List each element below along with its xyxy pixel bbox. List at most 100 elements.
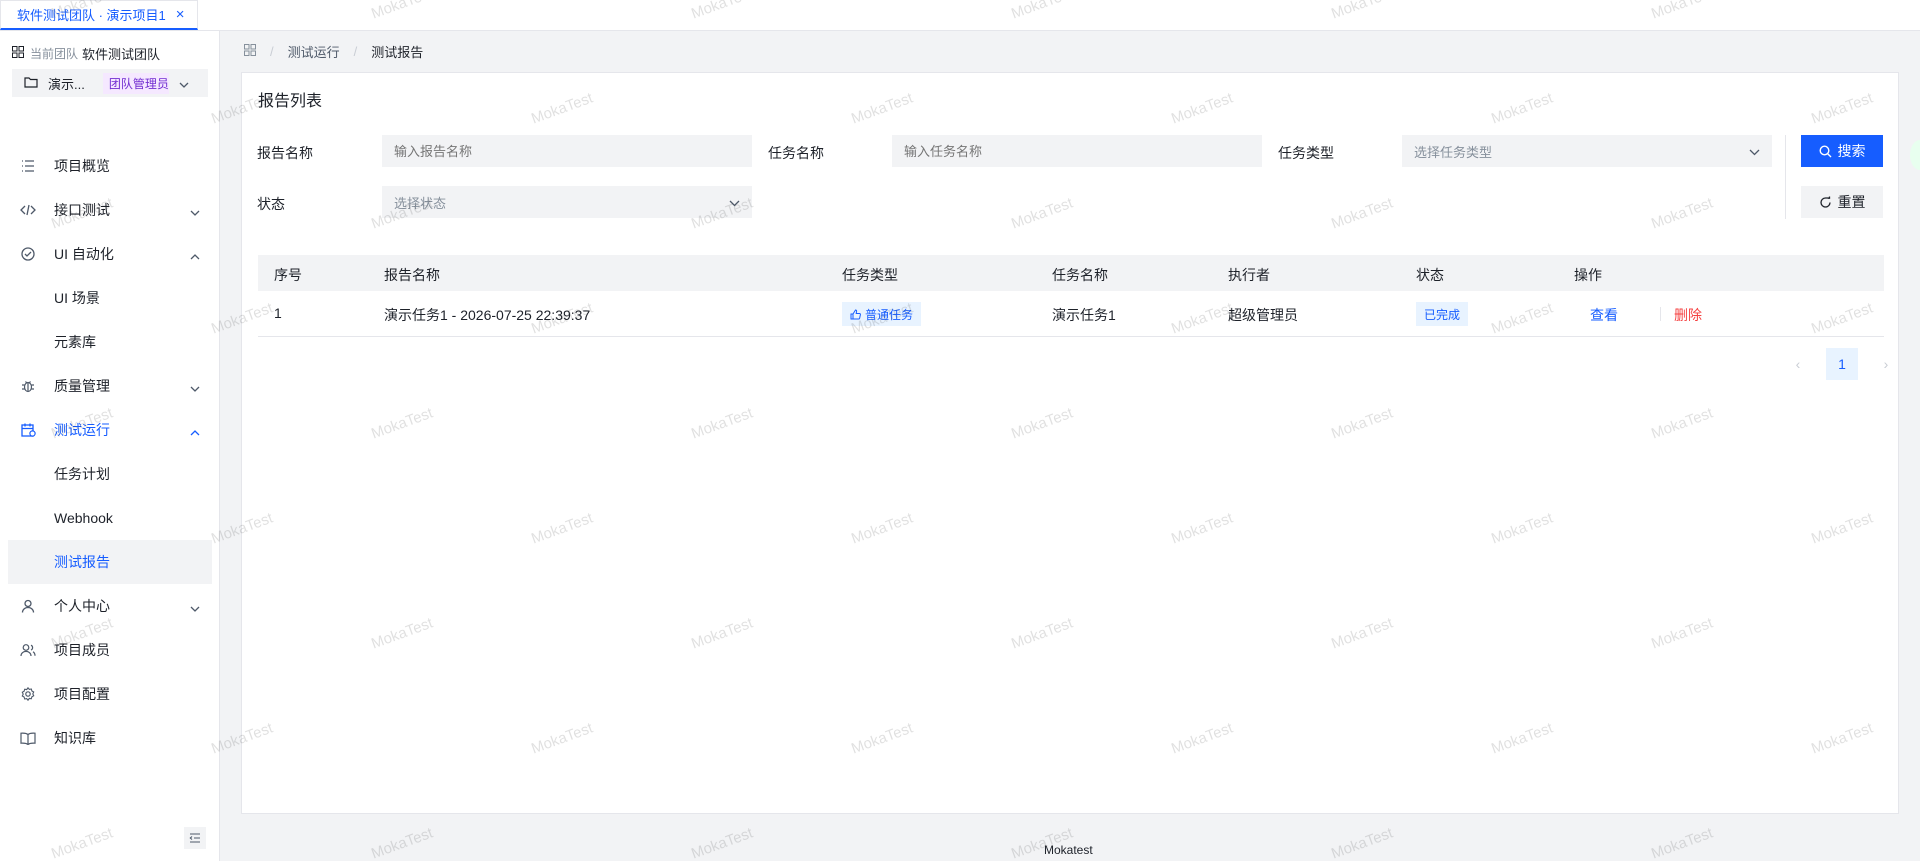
sidebar: 当前团队 软件测试团队 演示... 团队管理员 项目概览 接口测试 UI 自动化…	[0, 31, 220, 861]
footer-text: Mokatest	[1044, 843, 1093, 857]
action-separator	[1660, 307, 1661, 321]
column-header: 执行者	[1228, 267, 1270, 283]
search-button[interactable]: 搜索	[1801, 135, 1883, 167]
sidebar-item-label: 项目成员	[54, 642, 110, 658]
bug-icon	[20, 378, 36, 394]
refresh-icon	[1819, 196, 1832, 209]
watermark-text: MokaTest	[1329, 824, 1396, 861]
tab-label: 软件测试团队 · 演示项目1	[17, 8, 166, 23]
tab-project[interactable]: 软件测试团队 · 演示项目1 ×	[0, 0, 198, 30]
sidebar-item-knowledge[interactable]: 知识库	[8, 716, 212, 760]
row-index: 1	[274, 305, 282, 321]
task-type-tag-label: 普通任务	[865, 307, 914, 322]
next-page-button[interactable]: ›	[1870, 348, 1902, 380]
table-header: 序号 报告名称 任务类型 任务名称 执行者 状态 操作	[258, 255, 1884, 291]
sidebar-item-api-test[interactable]: 接口测试	[8, 188, 212, 232]
chevron-down-icon	[179, 76, 189, 91]
sidebar-item-webhook[interactable]: Webhook	[8, 496, 212, 540]
watermark-text: MokaTest	[369, 824, 436, 861]
status-select[interactable]: 选择状态	[382, 186, 752, 218]
floating-widget[interactable]	[1910, 140, 1920, 170]
sidebar-item-label: 项目概览	[54, 158, 110, 174]
sidebar-item-overview[interactable]: 项目概览	[8, 144, 212, 188]
row-report-name: 演示任务1 - 2026-07-25 22:39:37	[384, 307, 591, 323]
page-number-current[interactable]: 1	[1826, 348, 1858, 380]
user-group-icon	[20, 642, 36, 658]
sidebar-item-label: UI 自动化	[54, 246, 114, 262]
close-icon[interactable]: ×	[176, 6, 185, 23]
row-executor: 超级管理员	[1228, 307, 1298, 323]
menu-fold-icon	[189, 830, 201, 846]
task-type-placeholder: 选择任务类型	[1414, 144, 1493, 160]
column-header: 任务名称	[1052, 267, 1108, 283]
current-team: 当前团队 软件测试团队	[12, 44, 160, 63]
column-header: 操作	[1574, 267, 1602, 283]
sidebar-item-test-run[interactable]: 测试运行	[8, 408, 212, 452]
report-list-card: 报告列表 报告名称 任务名称 任务类型 选择任务类型 状态 选择状态 搜索 重置…	[241, 72, 1899, 814]
sidebar-item-label: 项目配置	[54, 686, 110, 702]
project-role-badge: 团队管理员	[102, 72, 169, 94]
sidebar-item-config[interactable]: 项目配置	[8, 672, 212, 716]
team-prefix: 当前团队	[30, 47, 79, 61]
gear-icon	[20, 686, 36, 702]
sidebar-item-label: 知识库	[54, 730, 96, 746]
sidebar-item-members[interactable]: 项目成员	[8, 628, 212, 672]
status-badge: 已完成	[1416, 302, 1469, 326]
status-label: 状态	[257, 196, 285, 212]
sidebar-item-label: 测试运行	[54, 422, 110, 438]
sidebar-item-ui-scene[interactable]: UI 场景	[8, 276, 212, 320]
tab-bar: 软件测试团队 · 演示项目1 ×	[0, 0, 1920, 31]
chevron-down-icon	[729, 195, 740, 210]
page-title: 报告列表	[258, 93, 323, 110]
watermark-text: MokaTest	[689, 824, 756, 861]
column-header: 任务类型	[842, 267, 898, 283]
column-header: 报告名称	[384, 267, 440, 283]
sidebar-item-label: 测试报告	[54, 554, 110, 570]
sidebar-item-label: UI 场景	[54, 290, 100, 306]
chevron-up-icon	[190, 423, 200, 439]
sidebar-item-quality[interactable]: 质量管理	[8, 364, 212, 408]
breadcrumb-parent[interactable]: 测试运行	[288, 42, 340, 61]
sidebar-item-label: 个人中心	[54, 598, 110, 614]
task-type-select[interactable]: 选择任务类型	[1402, 135, 1772, 167]
grid-icon	[12, 46, 24, 61]
chevron-down-icon	[190, 379, 200, 395]
folder-icon	[24, 76, 38, 91]
project-select[interactable]: 演示... 团队管理员	[12, 69, 208, 97]
sidebar-item-ui-automation[interactable]: UI 自动化	[8, 232, 212, 276]
collapse-sidebar-button[interactable]	[184, 827, 206, 849]
sidebar-item-task-plan[interactable]: 任务计划	[8, 452, 212, 496]
breadcrumb-current: 测试报告	[371, 45, 424, 60]
book-icon	[20, 730, 36, 746]
task-type-tag: 普通任务	[842, 302, 922, 326]
project-name: 演示...	[48, 76, 85, 92]
prev-page-button[interactable]: ‹	[1782, 348, 1814, 380]
divider	[1785, 135, 1786, 219]
sidebar-item-label: 接口测试	[54, 202, 110, 218]
sidebar-item-label: 元素库	[54, 334, 96, 350]
sidebar-item-test-report[interactable]: 测试报告	[8, 540, 212, 584]
sidebar-item-element-library[interactable]: 元素库	[8, 320, 212, 364]
watermark-text: MokaTest	[1649, 824, 1716, 861]
delete-link[interactable]: 删除	[1674, 305, 1702, 325]
report-name-label: 报告名称	[257, 145, 313, 161]
thumb-up-icon	[850, 308, 861, 320]
chevron-up-icon	[190, 247, 200, 263]
chevron-down-icon	[190, 203, 200, 219]
task-type-label: 任务类型	[1278, 145, 1334, 161]
sidebar-menu: 项目概览 接口测试 UI 自动化 UI 场景 元素库 质量管理 测试运行 任务计…	[8, 144, 212, 760]
user-icon	[20, 598, 36, 614]
report-name-input[interactable]	[382, 135, 752, 167]
view-link[interactable]: 查看	[1590, 305, 1618, 325]
task-name-label: 任务名称	[768, 145, 824, 161]
column-header: 状态	[1416, 267, 1444, 283]
chevron-down-icon	[1749, 144, 1760, 159]
search-icon	[1818, 144, 1832, 158]
sidebar-item-personal[interactable]: 个人中心	[8, 584, 212, 628]
breadcrumb: / 测试运行 / 测试报告	[244, 42, 423, 61]
check-circle-icon	[20, 246, 36, 262]
breadcrumb-separator: /	[353, 44, 358, 59]
apps-icon[interactable]	[244, 44, 256, 59]
reset-button[interactable]: 重置	[1801, 186, 1883, 218]
task-name-input[interactable]	[892, 135, 1262, 167]
